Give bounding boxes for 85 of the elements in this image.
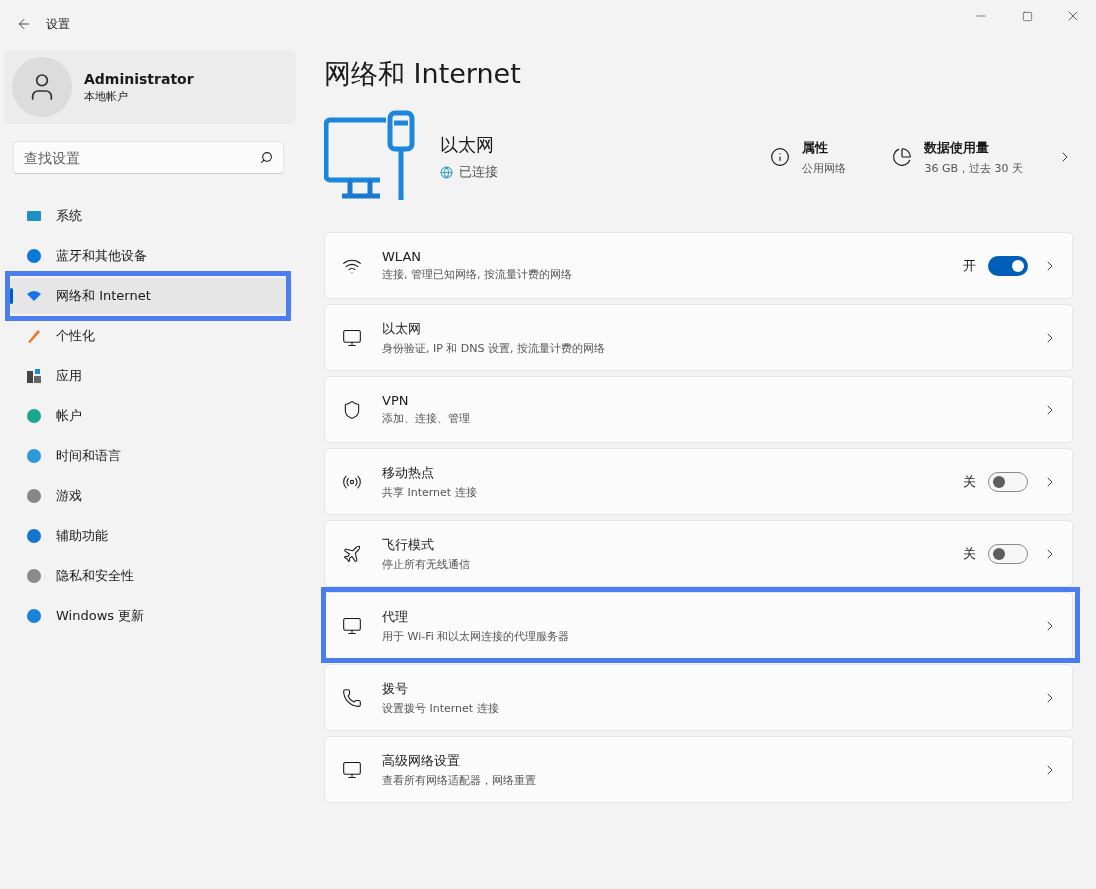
selection-indicator (10, 288, 13, 304)
nav-icon (26, 208, 42, 224)
nav-item[interactable]: 帐户 (10, 398, 292, 434)
row-title: 高级网络设置 (382, 751, 461, 770)
row-subtitle: 查看所有网络适配器，网络重置 (382, 772, 537, 788)
data-usage-link[interactable]: 数据使用量 36 GB，过去 30 天 (892, 138, 1073, 176)
nav-item[interactable]: 系统 (10, 198, 292, 234)
row-title: 移动热点 (382, 463, 435, 482)
nav-label: 时间和语言 (56, 447, 121, 465)
nav-label: 应用 (56, 367, 82, 385)
row-icon (342, 543, 362, 564)
nav-icon (26, 448, 42, 464)
nav-label: 个性化 (56, 327, 95, 345)
nav-label: 隐私和安全性 (56, 567, 134, 585)
info-icon (770, 147, 791, 167)
nav-icon (26, 368, 42, 384)
globe-icon (440, 165, 453, 179)
row-title: 飞行模式 (382, 535, 435, 554)
maximize-icon (1021, 10, 1033, 22)
toggle-label: 关 (963, 472, 976, 491)
nav-label: 系统 (56, 207, 82, 225)
settings-row[interactable]: 飞行模式 停止所有无线通信 关 (324, 520, 1073, 587)
toggle-label: 开 (963, 256, 976, 275)
nav-item[interactable]: 时间和语言 (10, 438, 292, 474)
nav-label: 蓝牙和其他设备 (56, 247, 147, 265)
nav-item[interactable]: 蓝牙和其他设备 (10, 238, 292, 274)
search-icon (260, 151, 273, 164)
row-icon (342, 759, 362, 780)
nav-item[interactable]: 应用 (10, 358, 292, 394)
row-subtitle: 用于 Wi-Fi 和以太网连接的代理服务器 (382, 628, 571, 644)
settings-row[interactable]: 代理 用于 Wi-Fi 和以太网连接的代理服务器 (324, 592, 1073, 659)
pie-chart-icon (892, 147, 913, 167)
row-subtitle: 设置拨号 Internet 连接 (382, 700, 500, 716)
row-icon (342, 615, 362, 636)
window-title: 设置 (46, 15, 70, 33)
nav-icon (26, 568, 42, 584)
nav-icon (26, 248, 42, 264)
row-subtitle: 停止所有无线通信 (382, 556, 471, 572)
nav-icon (26, 408, 42, 424)
row-icon (342, 687, 362, 708)
search-field[interactable]: 查找设置 (13, 141, 284, 174)
toggle-switch[interactable] (988, 255, 1028, 276)
row-title: 拨号 (382, 679, 409, 698)
row-subtitle: 连接, 管理已知网络, 按流量计费的网络 (382, 267, 573, 282)
row-icon (342, 399, 362, 420)
nav-item[interactable]: 游戏 (10, 478, 292, 514)
nav-item[interactable]: 个性化 (10, 318, 292, 354)
settings-row[interactable]: 高级网络设置 查看所有网络适配器，网络重置 (324, 736, 1073, 803)
nav-item[interactable]: Windows 更新 (10, 598, 292, 634)
account-type: 本地帐户 (84, 88, 129, 104)
settings-row[interactable]: WLAN 连接, 管理已知网络, 按流量计费的网络 开 (324, 232, 1073, 299)
toggle-switch[interactable] (988, 471, 1028, 492)
nav-item[interactable]: 隐私和安全性 (10, 558, 292, 594)
toggle-switch[interactable] (988, 543, 1028, 564)
settings-row[interactable]: 移动热点 共享 Internet 连接 关 (324, 448, 1073, 515)
row-title: WLAN (382, 249, 422, 264)
properties-link[interactable]: 属性 公用网络 (770, 138, 847, 176)
row-title: 以太网 (382, 319, 422, 338)
row-icon (342, 327, 362, 348)
nav-icon (26, 288, 42, 304)
settings-row[interactable]: 以太网 身份验证, IP 和 DNS 设置, 按流量计费的网络 (324, 304, 1073, 371)
nav-label: 辅助功能 (56, 527, 108, 545)
row-subtitle: 身份验证, IP 和 DNS 设置, 按流量计费的网络 (382, 340, 607, 356)
user-name: Administrator (84, 70, 194, 87)
toggle-label: 关 (963, 544, 976, 563)
nav-icon (26, 328, 42, 344)
nav-label: Windows 更新 (56, 607, 145, 625)
nav-label: 帐户 (56, 407, 82, 425)
page-title: 网络和 Internet (324, 57, 522, 91)
row-subtitle: 共享 Internet 连接 (382, 484, 478, 500)
nav-icon (26, 528, 42, 544)
profile-card[interactable]: Administrator 本地帐户 (4, 50, 296, 124)
row-title: VPN (382, 393, 410, 408)
row-subtitle: 添加、连接、管理 (382, 411, 471, 426)
nav-icon (26, 488, 42, 504)
connection-status: 已连接 (459, 163, 498, 181)
connection-name: 以太网 (440, 133, 495, 157)
settings-row[interactable]: 拨号 设置拨号 Internet 连接 (324, 664, 1073, 731)
nav-label: 网络和 Internet (56, 287, 151, 305)
settings-row[interactable]: VPN 添加、连接、管理 (324, 376, 1073, 443)
nav-icon (26, 608, 42, 624)
row-title: 代理 (382, 607, 409, 626)
nav-item[interactable]: 网络和 Internet (10, 278, 292, 314)
nav-item[interactable]: 辅助功能 (10, 518, 292, 554)
nav-label: 游戏 (56, 487, 82, 505)
